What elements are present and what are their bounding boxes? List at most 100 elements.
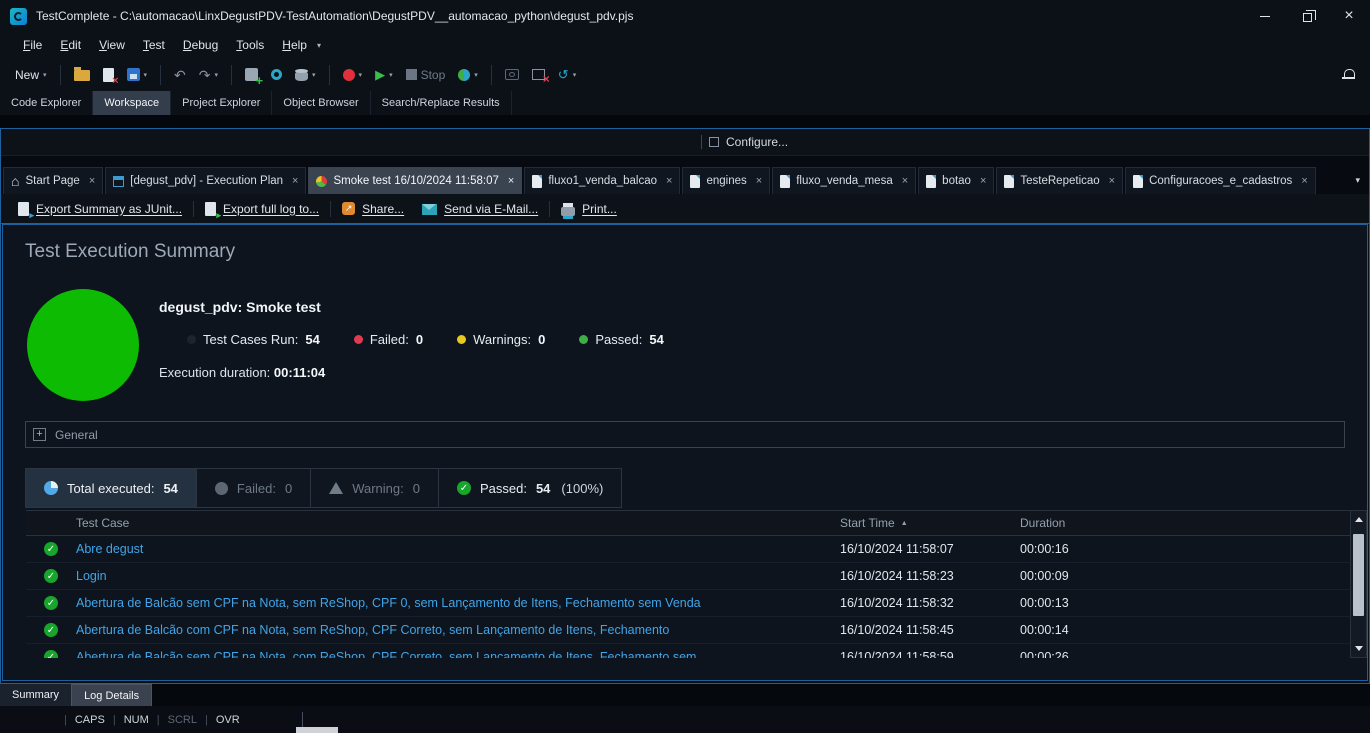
share-button[interactable]: Share... [333, 202, 413, 216]
close-button[interactable]: × [1328, 0, 1370, 32]
notifications-button[interactable] [1337, 64, 1360, 85]
filter-tab-failed[interactable]: Failed: 0 [197, 468, 311, 508]
table-row[interactable]: ✓ Abre degust 16/10/2024 11:58:07 00:00:… [26, 536, 1350, 563]
close-tab-icon[interactable]: × [1301, 175, 1307, 187]
close-tab-icon[interactable]: × [756, 175, 762, 187]
close-tab-icon[interactable]: × [508, 175, 514, 187]
menu-file[interactable]: File [14, 34, 51, 56]
doc-tab-start-page[interactable]: ⌂ Start Page × [3, 167, 103, 194]
run-test-button[interactable]: ▶ ▾ [370, 64, 398, 85]
doc-tab-fluxo1-venda-balcao[interactable]: fluxo1_venda_balcao × [524, 167, 680, 194]
vertical-scrollbar[interactable] [1350, 510, 1367, 658]
test-case-link[interactable]: Login [76, 569, 840, 583]
menu-tools[interactable]: Tools [227, 34, 273, 56]
filter-tab-passed[interactable]: ✓ Passed: 54 (100%) [439, 468, 622, 508]
record-button[interactable]: ▾ [338, 65, 368, 85]
redo-button[interactable]: ↷▾ [194, 64, 223, 86]
panel-tab-object-browser[interactable]: Object Browser [272, 91, 370, 115]
undo-button[interactable]: ↶ [169, 64, 191, 86]
redo-dropdown-icon[interactable]: ▾ [215, 71, 219, 79]
close-tab-icon[interactable]: × [980, 175, 986, 187]
menu-help[interactable]: Help [273, 34, 316, 56]
record-dropdown-icon[interactable]: ▾ [359, 71, 363, 79]
general-section-header[interactable]: General [25, 421, 1345, 448]
menu-edit[interactable]: Edit [51, 34, 90, 56]
menu-overflow-icon[interactable]: ▾ [317, 41, 321, 50]
data-dropdown-icon[interactable]: ▾ [312, 71, 316, 79]
bottom-tab-log-details[interactable]: Log Details [71, 684, 152, 706]
configure-button[interactable]: Configure... [701, 135, 788, 149]
new-dropdown-icon[interactable]: ▾ [43, 71, 47, 79]
stop-button[interactable]: Stop [401, 64, 451, 86]
duration-cell: 00:00:09 [1020, 569, 1350, 583]
test-case-link[interactable]: Abre degust [76, 542, 840, 556]
test-case-link[interactable]: Abertura de Balcão sem CPF na Nota, sem … [76, 596, 840, 610]
configure-separator [701, 135, 702, 149]
header-duration[interactable]: Duration [1020, 516, 1350, 530]
script-file-icon [1133, 175, 1143, 188]
print-button[interactable]: Print... [552, 202, 626, 216]
region-capture-button[interactable] [500, 65, 524, 84]
expand-icon[interactable] [33, 428, 46, 441]
new-button[interactable]: New ▾ [10, 64, 52, 86]
save-dropdown-icon[interactable]: ▾ [144, 71, 148, 79]
panel-tab-workspace[interactable]: Workspace [93, 91, 171, 115]
panel-tab-search-replace-results[interactable]: Search/Replace Results [371, 91, 512, 115]
visualizer-dropdown-icon[interactable]: ▾ [474, 71, 478, 79]
checkpoint-button[interactable] [266, 65, 287, 84]
doc-tab-engines[interactable]: engines × [682, 167, 770, 194]
doc-tab-botao[interactable]: botao × [918, 167, 994, 194]
minimize-button[interactable] [1244, 0, 1286, 32]
table-row[interactable]: ✓ Abertura de Balcão sem CPF na Nota, se… [26, 590, 1350, 617]
table-row[interactable]: ✓ Login 16/10/2024 11:58:23 00:00:09 [26, 563, 1350, 590]
doc-tab-testerepeticao[interactable]: TesteRepeticao × [996, 167, 1123, 194]
bottom-tab-summary[interactable]: Summary [0, 684, 71, 706]
test-case-link[interactable]: Abertura de Balcão sem CPF na Nota, com … [76, 650, 840, 658]
menu-debug[interactable]: Debug [174, 34, 227, 56]
filter-tab-total[interactable]: Total executed: 54 [25, 468, 197, 508]
stat-test-cases-run: Test Cases Run: 54 [187, 332, 320, 347]
header-start-time[interactable]: Start Time ▲ [840, 516, 1020, 530]
close-tab-icon[interactable]: × [902, 175, 908, 187]
capture-region-icon [505, 69, 519, 80]
export-log-icon: ▸ [205, 202, 216, 216]
doc-tab-configuracoes-e-cadastros[interactable]: Configuracoes_e_cadastros × [1125, 167, 1316, 194]
rerun-dropdown-icon[interactable]: ▾ [573, 71, 577, 79]
workspace-panel: Configure... ⌂ Start Page × [degust_pdv]… [0, 128, 1370, 684]
close-tab-icon[interactable]: × [89, 175, 95, 187]
table-row[interactable]: ✓ Abertura de Balcão sem CPF na Nota, co… [26, 644, 1350, 658]
menu-view[interactable]: View [90, 34, 134, 56]
close-file-button[interactable]: × [98, 64, 119, 86]
doc-tab-smoke-test[interactable]: Smoke test 16/10/2024 11:58:07 × [308, 167, 522, 194]
table-row[interactable]: ✓ Abertura de Balcão com CPF na Nota, se… [26, 617, 1350, 644]
export-junit-button[interactable]: ▸ Export Summary as JUnit... [9, 202, 191, 216]
menu-test[interactable]: Test [134, 34, 174, 56]
delete-item-button[interactable] [527, 65, 550, 84]
start-time-cell: 16/10/2024 11:58:07 [840, 542, 1020, 556]
open-file-button[interactable] [69, 64, 95, 85]
rerun-button[interactable]: ↺ ▾ [553, 64, 581, 85]
scroll-up-button[interactable] [1351, 511, 1366, 528]
test-visualizer-button[interactable]: ▾ [453, 65, 483, 85]
tab-overflow-icon[interactable]: ▾ [1346, 175, 1369, 186]
close-tab-icon[interactable]: × [292, 175, 298, 187]
test-case-link[interactable]: Abertura de Balcão com CPF na Nota, sem … [76, 623, 840, 637]
header-test-case[interactable]: Test Case [76, 516, 840, 530]
save-all-button[interactable]: ▾ [122, 64, 153, 85]
panel-tab-code-explorer[interactable]: Code Explorer [0, 91, 93, 115]
doc-tab-execution-plan[interactable]: [degust_pdv] - Execution Plan × [105, 167, 306, 194]
doc-tab-fluxo-venda-mesa[interactable]: fluxo_venda_mesa × [772, 167, 916, 194]
add-project-item-button[interactable] [240, 64, 263, 85]
filter-tab-warning[interactable]: Warning: 0 [311, 468, 439, 508]
restore-button[interactable] [1286, 0, 1328, 32]
close-tab-icon[interactable]: × [666, 175, 672, 187]
scroll-down-button[interactable] [1351, 640, 1366, 657]
close-tab-icon[interactable]: × [1109, 175, 1115, 187]
scrollbar-thumb[interactable] [1353, 534, 1364, 616]
status-ovr: OVR [216, 714, 240, 726]
data-generator-button[interactable]: ▾ [290, 64, 321, 85]
send-email-button[interactable]: Send via E-Mail... [413, 202, 547, 216]
run-dropdown-icon[interactable]: ▾ [389, 71, 393, 79]
export-full-log-button[interactable]: ▸ Export full log to... [196, 202, 328, 216]
panel-tab-project-explorer[interactable]: Project Explorer [171, 91, 272, 115]
